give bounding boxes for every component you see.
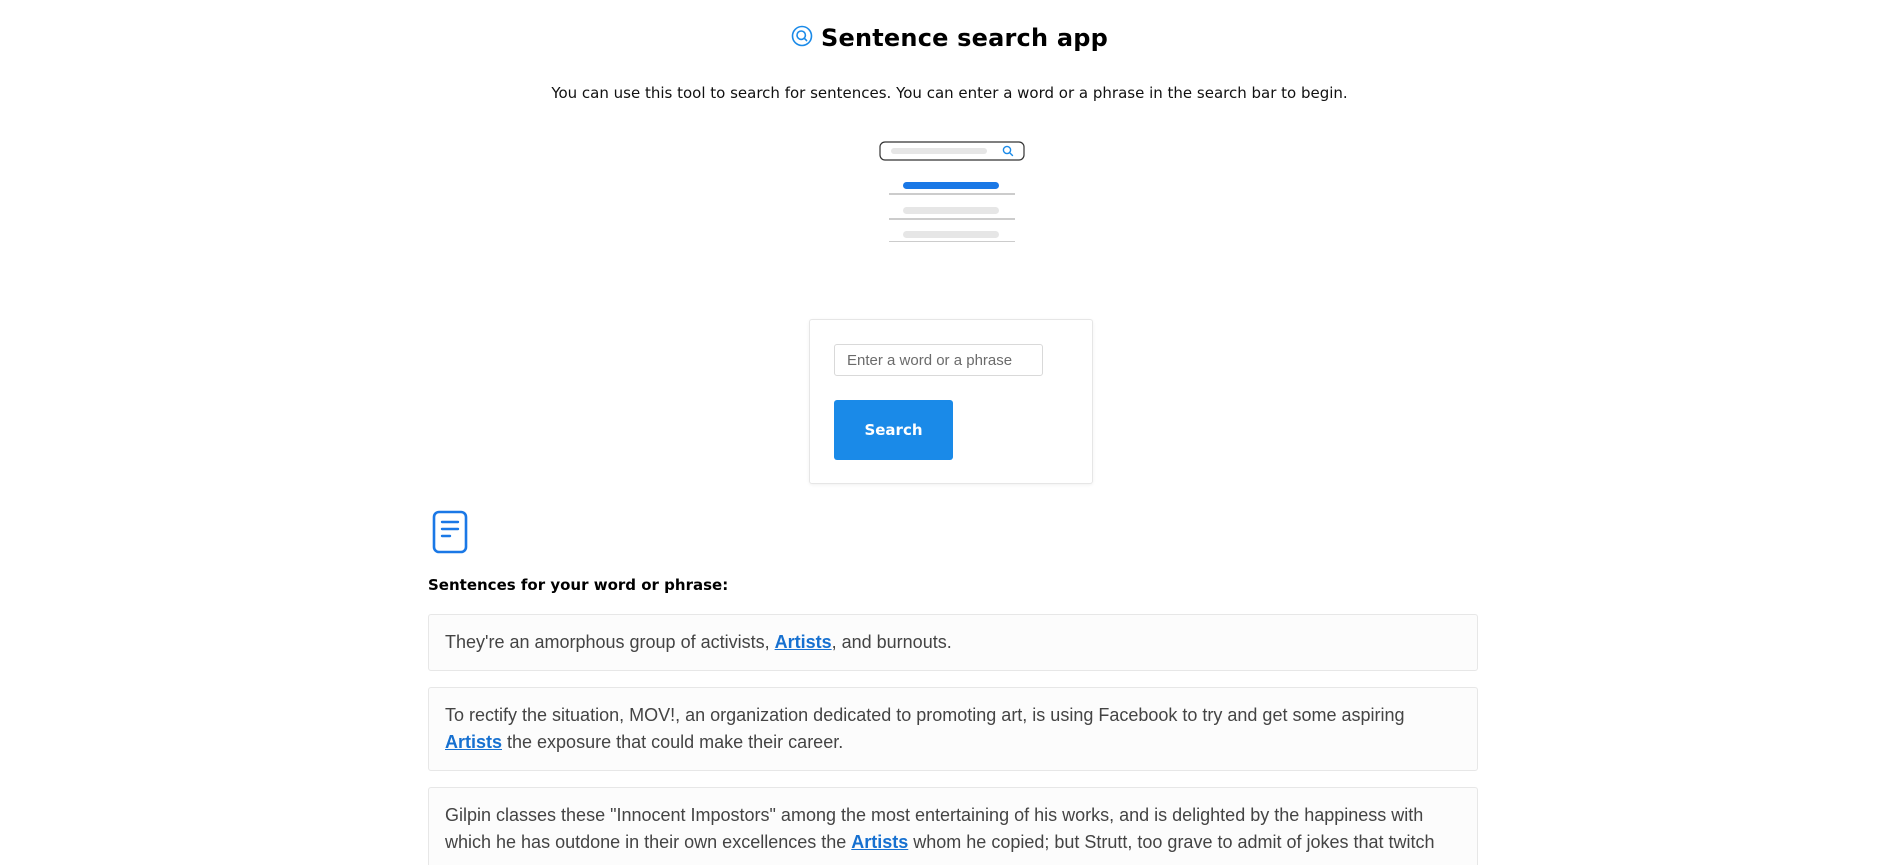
page-subtitle: You can use this tool to search for sent… (551, 84, 1348, 102)
page: Sentence search app You can use this too… (0, 0, 1899, 865)
result-match-link[interactable]: Artists (775, 632, 832, 652)
result-card: Gilpin classes these "Innocent Impostors… (428, 787, 1478, 865)
header: Sentence search app (0, 24, 1899, 52)
title-row: Sentence search app (791, 24, 1108, 52)
document-icon (432, 510, 468, 554)
results-heading: Sentences for your word or phrase: (428, 576, 729, 594)
result-text-before: To rectify the situation, MOV!, an organ… (445, 705, 1405, 725)
result-card: To rectify the situation, MOV!, an organ… (428, 687, 1478, 771)
search-card: Search (809, 319, 1093, 484)
search-button[interactable]: Search (834, 400, 953, 460)
result-text-after: whom he copied; but Strutt, too grave to… (908, 832, 1435, 852)
results-list: They're an amorphous group of activists,… (428, 614, 1478, 865)
result-match-link[interactable]: Artists (445, 732, 502, 752)
search-person-icon (791, 25, 813, 51)
result-card: They're an amorphous group of activists,… (428, 614, 1478, 671)
result-match-link[interactable]: Artists (851, 832, 908, 852)
result-text-after: the exposure that could make their caree… (502, 732, 844, 752)
search-results-illustration (879, 140, 1025, 243)
result-text-after: , and burnouts. (831, 632, 952, 652)
search-input[interactable] (834, 344, 1043, 376)
page-title: Sentence search app (821, 24, 1108, 52)
result-text-before: They're an amorphous group of activists, (445, 632, 775, 652)
